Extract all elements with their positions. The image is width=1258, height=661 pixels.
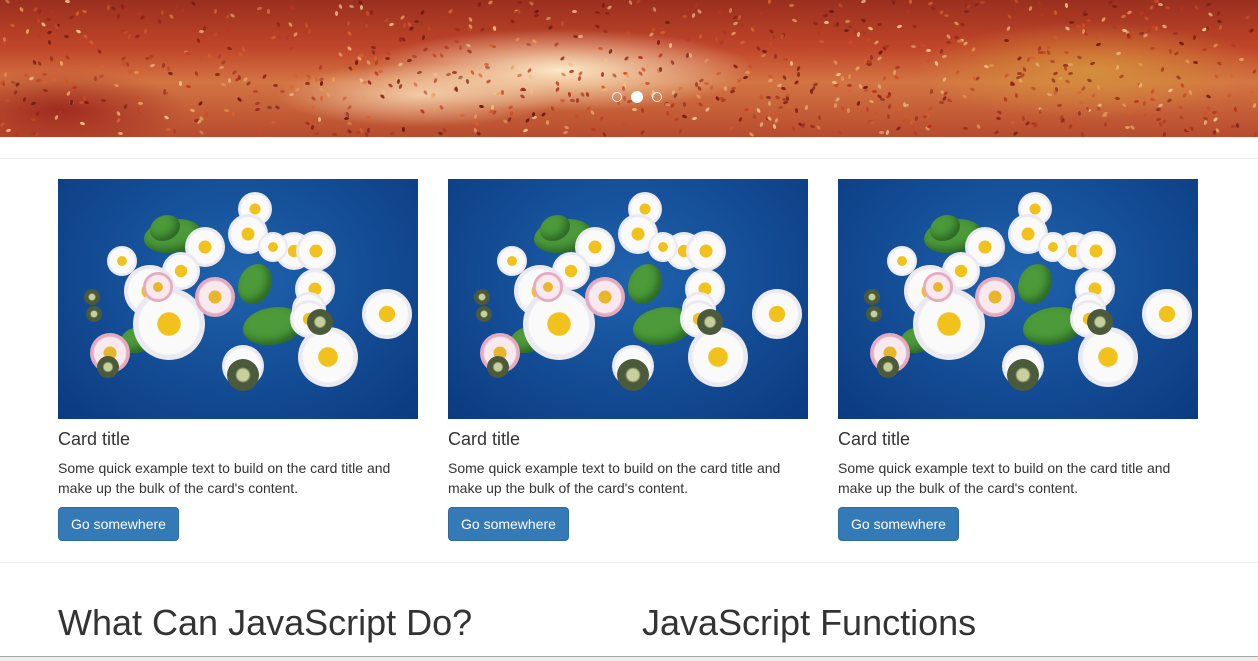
flower-bud — [1007, 359, 1039, 391]
flower-bud — [697, 309, 723, 335]
section-divider-bottom — [0, 562, 1258, 563]
daisy-flower — [1142, 289, 1192, 339]
flower-bud — [617, 359, 649, 391]
daisy-flower — [1076, 231, 1116, 271]
daisy-flower — [585, 277, 625, 317]
carousel-indicator-1[interactable] — [612, 92, 622, 102]
daisy-flower — [688, 327, 748, 387]
card-text: Some quick example text to build on the … — [58, 460, 391, 496]
flower-bud — [866, 306, 882, 322]
flower-bud — [227, 359, 259, 391]
daisy-flower — [143, 272, 173, 302]
flower-bud — [1087, 309, 1113, 335]
flower-bud — [474, 289, 490, 305]
card-3: Card title Some quick example text to bu… — [838, 179, 1198, 541]
card-image-daisies — [838, 179, 1198, 419]
daisy-flower — [362, 289, 412, 339]
go-somewhere-button[interactable]: Go somewhere — [58, 507, 179, 541]
card-title: Card title — [838, 429, 911, 449]
card-text: Some quick example text to build on the … — [838, 460, 1171, 496]
hero-carousel[interactable] — [0, 0, 1258, 137]
flower-bud — [877, 356, 899, 378]
card-text: Some quick example text to build on the … — [448, 460, 781, 496]
flower-bud — [487, 356, 509, 378]
flower-bud — [97, 356, 119, 378]
carousel-indicator-3[interactable] — [652, 92, 662, 102]
carousel-indicator-2[interactable] — [631, 91, 643, 103]
daisy-flower — [1078, 327, 1138, 387]
flower-bud — [86, 306, 102, 322]
flower-bud — [84, 289, 100, 305]
daisy-flower — [533, 272, 563, 302]
section-heading-what-can-javascript-do: What Can JavaScript Do? — [58, 602, 473, 643]
daisy-flower — [195, 277, 235, 317]
go-somewhere-button[interactable]: Go somewhere — [838, 507, 959, 541]
flower-bud — [307, 309, 333, 335]
card-2: Card title Some quick example text to bu… — [448, 179, 808, 541]
daisy-flower — [923, 272, 953, 302]
go-somewhere-button[interactable]: Go somewhere — [448, 507, 569, 541]
flower-bud — [864, 289, 880, 305]
section-heading-javascript-functions: JavaScript Functions — [642, 602, 977, 643]
card-1: Card title Some quick example text to bu… — [58, 179, 418, 541]
card-title: Card title — [448, 429, 521, 449]
section-divider-top — [0, 158, 1258, 159]
daisy-flower — [752, 289, 802, 339]
daisy-flower — [1038, 232, 1068, 262]
flower-bud — [476, 306, 492, 322]
daisy-flower — [686, 231, 726, 271]
card-image-daisies — [448, 179, 808, 419]
daisy-flower — [296, 231, 336, 271]
daisy-flower — [258, 232, 288, 262]
window-bottom-edge — [0, 656, 1258, 661]
card-title: Card title — [58, 429, 131, 449]
leaf-shape — [1018, 264, 1052, 304]
card-image-daisies — [58, 179, 418, 419]
leaf-shape — [238, 264, 272, 304]
daisy-flower — [975, 277, 1015, 317]
daisy-flower — [298, 327, 358, 387]
daisy-flower — [648, 232, 678, 262]
leaf-shape — [628, 264, 662, 304]
